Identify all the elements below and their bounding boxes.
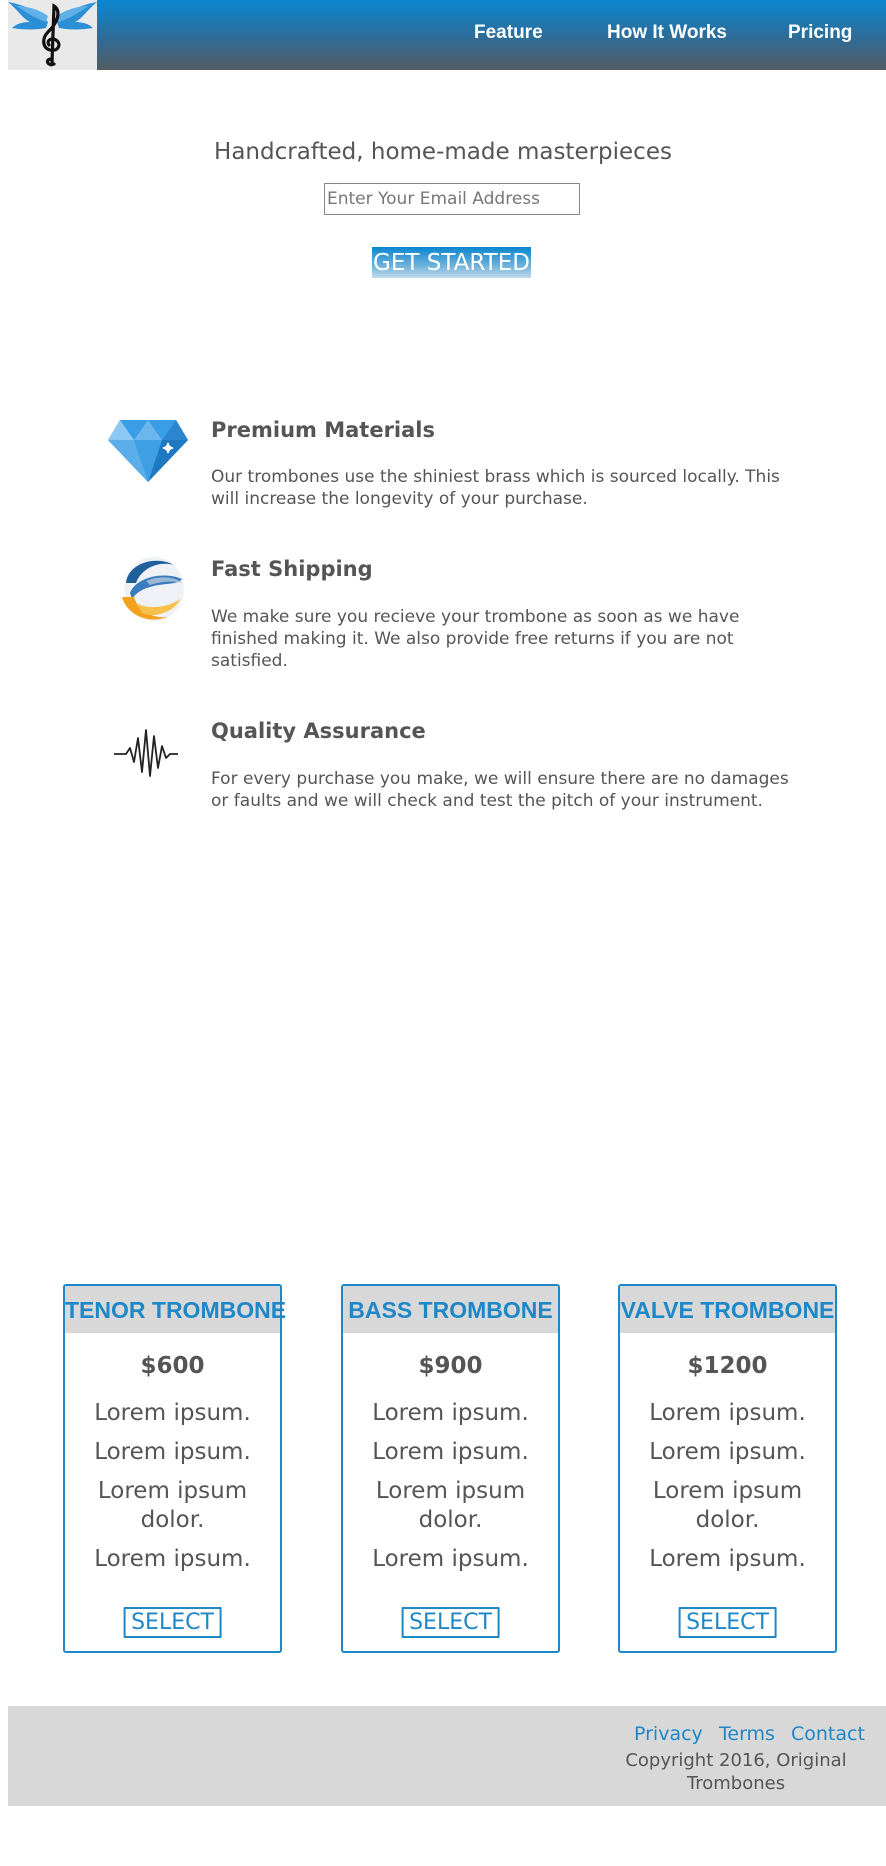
list-item: Lorem ipsum. [649,1400,806,1426]
select-tenor-button[interactable]: SELECT [123,1607,222,1638]
card-price: $600 [140,1353,205,1379]
site-footer: Privacy Terms Contact Copyright 2016, Or… [8,1706,886,1806]
globe-icon [116,553,190,631]
site-header: Feature How It Works Pricing [8,0,886,70]
diamond-icon [106,418,190,488]
card-title: BASS TROMBONE [343,1286,558,1333]
feature-title: Premium Materials [211,418,435,442]
nav-feature[interactable]: Feature [474,22,543,44]
list-item: Lorem ipsum. [94,1400,251,1426]
feature-description: For every purchase you make, we will ens… [211,769,789,811]
nav-how-it-works[interactable]: How It Works [607,22,727,44]
soundwave-icon [114,728,178,784]
list-item: Lorem ipsum. [649,1546,806,1572]
pricing-card-valve: VALVE TROMBONE $1200 Lorem ipsum. Lorem … [618,1284,837,1653]
feature-description: Our trombones use the shiniest brass whi… [211,467,780,509]
card-price: $900 [418,1353,483,1379]
footer-link-contact[interactable]: Contact [791,1723,865,1745]
list-item: Lorem ipsum. [94,1546,251,1572]
list-item: Lorem ipsum dolor. [375,1478,526,1533]
select-valve-button[interactable]: SELECT [678,1607,777,1638]
pricing-card-tenor: TENOR TROMBONE $600 Lorem ipsum. Lorem i… [63,1284,286,1653]
treble-clef-logo-icon [8,2,97,67]
card-title: TENOR TROMBONE [65,1286,286,1333]
select-bass-button[interactable]: SELECT [401,1607,500,1638]
hero-title: Handcrafted, home-made masterpieces [214,139,672,165]
list-item: Lorem ipsum. [372,1400,529,1426]
email-input[interactable] [324,183,580,215]
copyright-text: Copyright 2016, Original Trombones [625,1750,847,1794]
feature-title: Quality Assurance [211,719,426,743]
list-item: Lorem ipsum. [94,1439,251,1465]
feature-description: We make sure you recieve your trombone a… [211,607,740,671]
card-price: $1200 [687,1353,768,1379]
card-feature-list: Lorem ipsum. Lorem ipsum. Lorem ipsum do… [620,1399,835,1574]
footer-link-privacy[interactable]: Privacy [634,1723,703,1745]
list-item: Lorem ipsum dolor. [652,1478,803,1533]
footer-link-terms[interactable]: Terms [719,1723,775,1745]
list-item: Lorem ipsum. [649,1439,806,1465]
pricing-card-bass: BASS TROMBONE $900 Lorem ipsum. Lorem ip… [341,1284,560,1653]
card-feature-list: Lorem ipsum. Lorem ipsum. Lorem ipsum do… [65,1399,280,1574]
list-item: Lorem ipsum. [372,1439,529,1465]
card-feature-list: Lorem ipsum. Lorem ipsum. Lorem ipsum do… [343,1399,558,1574]
list-item: Lorem ipsum. [372,1546,529,1572]
nav-pricing[interactable]: Pricing [788,22,852,44]
list-item: Lorem ipsum dolor. [97,1478,248,1533]
logo[interactable] [8,0,97,70]
card-title: VALVE TROMBONE [620,1286,835,1333]
feature-title: Fast Shipping [211,557,373,581]
get-started-button[interactable]: GET STARTED [372,247,531,278]
